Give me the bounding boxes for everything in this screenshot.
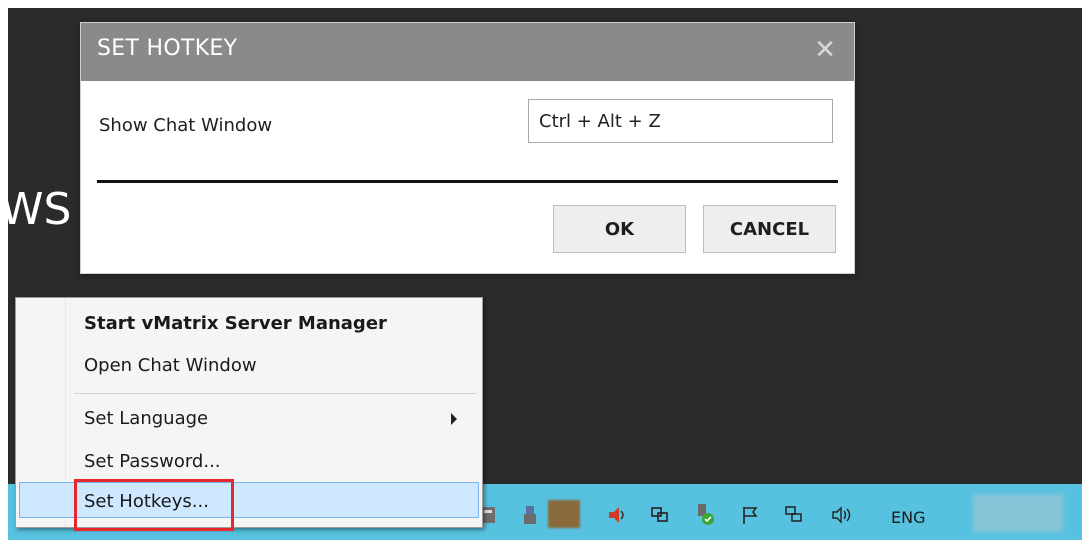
network-icon[interactable] <box>784 504 804 526</box>
speaker-icon[interactable] <box>606 504 626 526</box>
app-icon[interactable] <box>548 500 580 528</box>
show-chat-window-label: Show Chat Window <box>99 115 273 136</box>
dialog-divider <box>97 180 838 183</box>
frame-left <box>0 0 8 554</box>
background-text: WS <box>0 184 72 235</box>
usb-drive-icon[interactable] <box>520 504 540 526</box>
cancel-button[interactable]: CANCEL <box>703 205 836 253</box>
ok-button[interactable]: OK <box>553 205 686 253</box>
hotkey-input[interactable] <box>528 99 833 143</box>
clock[interactable] <box>973 494 1063 532</box>
dialog-title: SET HOTKEY <box>97 36 238 61</box>
frame-bottom <box>0 540 1090 554</box>
menu-item-open-chat-window[interactable]: Open Chat Window <box>84 355 257 376</box>
close-icon[interactable]: ✕ <box>814 35 836 65</box>
menu-separator <box>74 393 476 394</box>
submenu-arrow-icon <box>451 413 457 425</box>
shield-usb-icon[interactable] <box>694 502 714 525</box>
frame-top <box>0 0 1090 8</box>
display-icon[interactable] <box>650 504 670 526</box>
flag-icon[interactable] <box>740 504 760 526</box>
dialog-titlebar[interactable]: SET HOTKEY ✕ <box>81 23 854 81</box>
annotation-highlight-box <box>74 479 234 531</box>
speaker-volume-icon[interactable] <box>830 504 851 526</box>
menu-item-set-password[interactable]: Set Password... <box>84 451 221 472</box>
frame-right <box>1082 0 1090 554</box>
language-indicator[interactable]: ENG <box>891 508 925 527</box>
set-hotkey-dialog: SET HOTKEY ✕ Show Chat Window OK CANCEL <box>80 22 855 274</box>
menu-item-start-server-manager[interactable]: Start vMatrix Server Manager <box>84 313 387 334</box>
menu-item-set-language[interactable]: Set Language <box>84 408 208 429</box>
